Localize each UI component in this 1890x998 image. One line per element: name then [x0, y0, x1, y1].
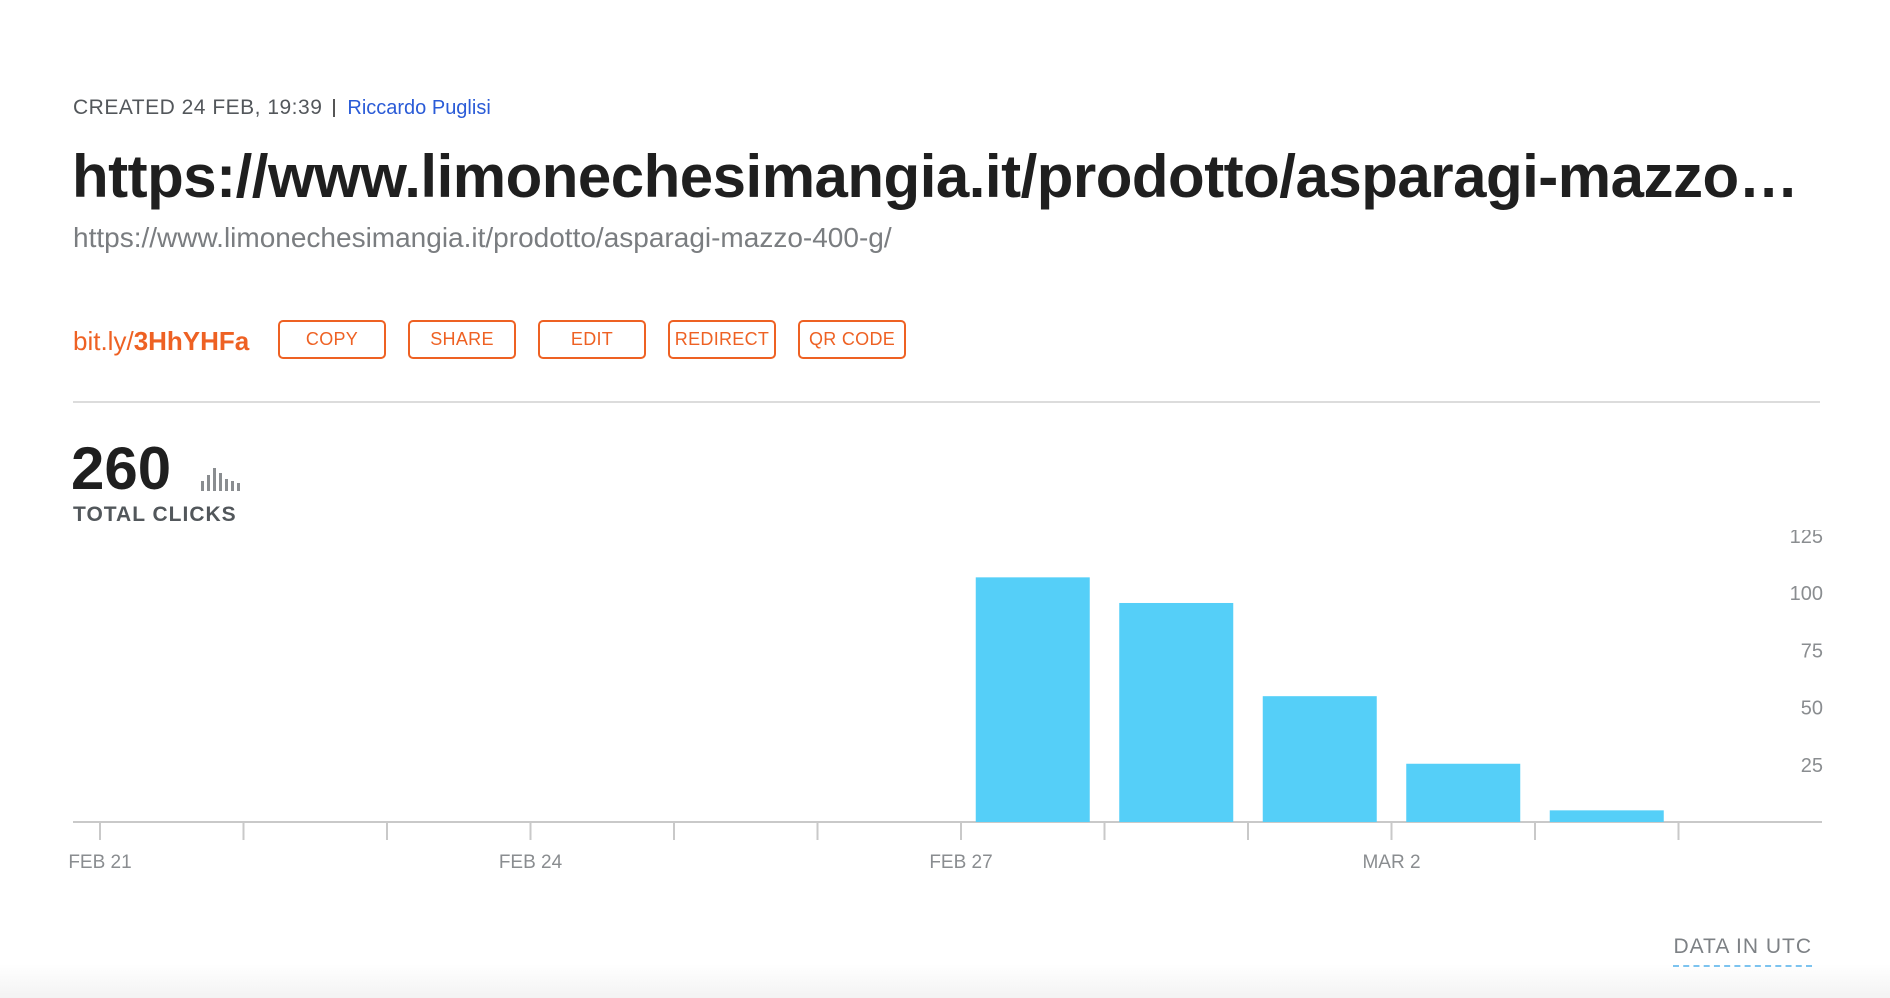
bar-chart-icon[interactable] — [201, 465, 245, 491]
created-date: CREATED 24 FEB, 19:39 — [73, 96, 323, 119]
x-labels-group: FEB 21 FEB 24 FEB 27 MAR 2 — [68, 852, 1420, 873]
y-tick-label: 75 — [1801, 640, 1823, 662]
long-url[interactable]: https://www.limonechesimangia.it/prodott… — [73, 222, 892, 254]
x-tick-label: MAR 2 — [1362, 852, 1420, 873]
short-link-prefix: bit.ly/ — [73, 326, 134, 356]
edit-button[interactable]: EDIT — [538, 320, 646, 359]
x-tick-label: FEB 21 — [68, 852, 131, 873]
x-tick-label: FEB 27 — [929, 852, 992, 873]
short-link[interactable]: bit.ly/3HhYHFa — [73, 326, 249, 357]
bar-mar-3[interactable] — [1406, 763, 1521, 822]
link-title: https://www.limonechesimangia.it/prodott… — [72, 143, 1812, 210]
y-tick-label: 50 — [1801, 698, 1823, 720]
y-tick-label: 25 — [1801, 755, 1823, 777]
y-labels-group: 25 50 75 100 125 — [1790, 530, 1823, 777]
x-tick-label: FEB 24 — [499, 852, 563, 873]
bar-feb-28[interactable] — [975, 577, 1090, 822]
copy-button[interactable]: COPY — [278, 320, 386, 359]
utc-note[interactable]: DATA IN UTC — [1673, 935, 1812, 967]
short-link-code: 3HhYHFa — [133, 326, 250, 356]
bar-mar-2[interactable] — [1262, 696, 1377, 822]
y-tick-label: 100 — [1790, 583, 1823, 605]
share-button[interactable]: SHARE — [408, 320, 516, 359]
x-ticks-group — [99, 822, 1680, 840]
meta-separator — [333, 99, 336, 117]
y-tick-label: 125 — [1790, 530, 1823, 548]
clicks-bar-chart: FEB 21 FEB 24 FEB 27 MAR 2 25 50 75 100 125 — [68, 530, 1823, 873]
redirect-button[interactable]: REDIRECT — [668, 320, 776, 359]
section-divider — [73, 401, 1820, 403]
bar-mar-1[interactable] — [1119, 602, 1234, 822]
bar-mar-4[interactable] — [1549, 810, 1664, 822]
bars-group — [975, 577, 1664, 822]
qr-code-button[interactable]: QR CODE — [798, 320, 906, 359]
bottom-fade — [0, 964, 1890, 998]
author-link[interactable]: Riccardo Puglisi — [347, 97, 490, 120]
total-clicks-label: TOTAL CLICKS — [73, 503, 237, 526]
total-clicks-value: 260 — [71, 435, 172, 502]
link-meta: CREATED 24 FEB, 19:39 Riccardo Puglisi — [73, 96, 491, 120]
